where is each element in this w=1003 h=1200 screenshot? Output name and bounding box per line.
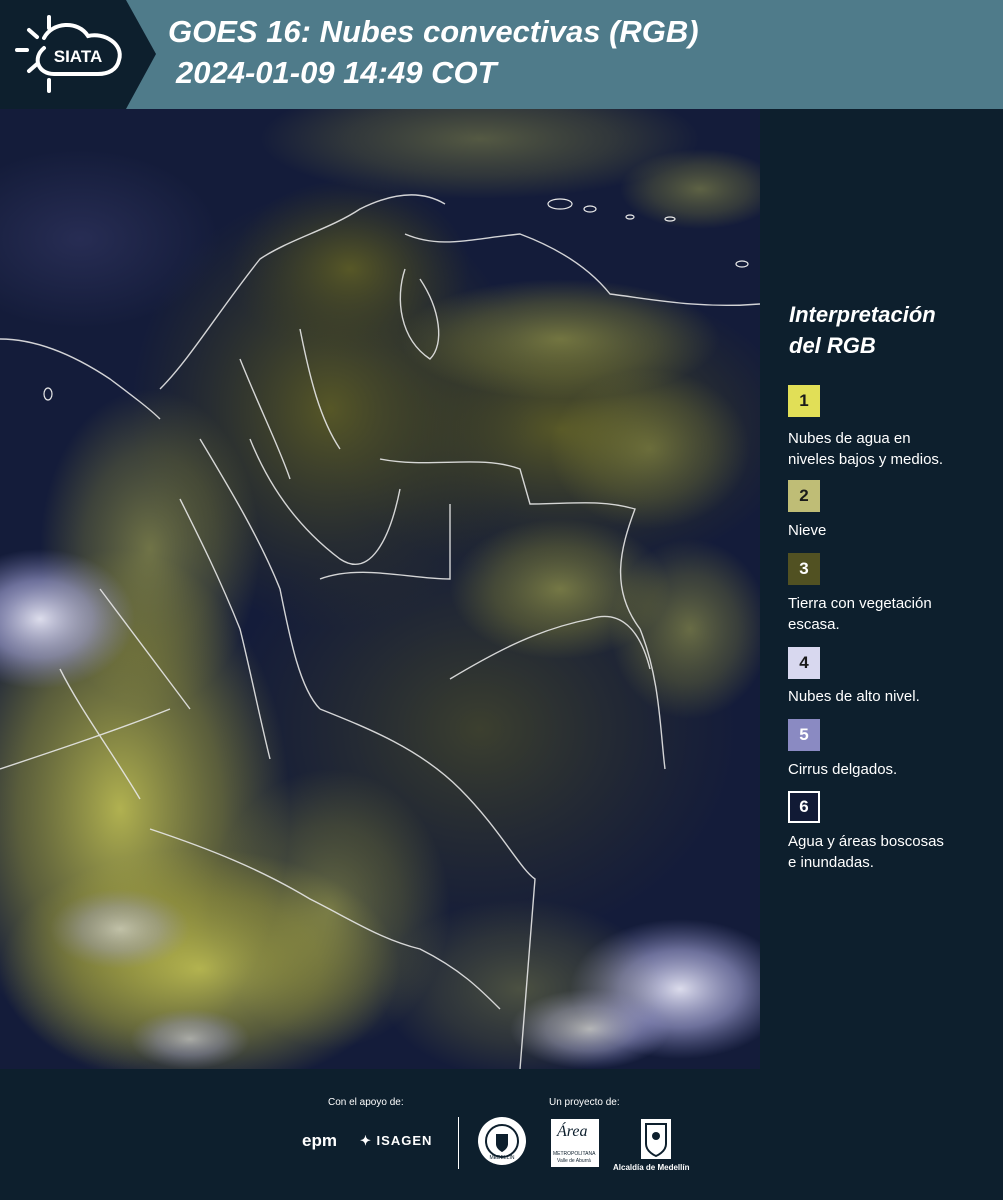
epm-logo[interactable]: epm — [302, 1131, 337, 1151]
header-bar: SIATA GOES 16: Nubes convectivas (RGB) 2… — [0, 0, 1003, 109]
medellin-seal-logo[interactable]: MEDELLÍN — [478, 1117, 526, 1165]
legend-swatch-1: 1 — [788, 385, 820, 417]
legend-title: Interpretación del RGB — [789, 299, 936, 361]
alcaldia-label: Alcaldía de Medellín — [613, 1163, 690, 1172]
project-label: Un proyecto de: — [549, 1097, 620, 1108]
isagen-star-icon: ✦ — [360, 1133, 372, 1148]
legend-swatch-6: 6 — [788, 791, 820, 823]
satellite-image — [0, 109, 760, 1069]
page-title: GOES 16: Nubes convectivas (RGB) — [168, 14, 699, 49]
siata-logo[interactable]: SIATA — [0, 0, 156, 109]
legend-title-line2: del RGB — [789, 333, 876, 358]
legend-label-5: Cirrus delgados. — [788, 761, 898, 778]
alcaldia-shield-logo[interactable] — [641, 1119, 671, 1159]
legend-swatch-4: 4 — [788, 647, 820, 679]
footer-divider — [458, 1117, 459, 1169]
legend-label-2: Nieve — [788, 522, 827, 539]
isagen-logo[interactable]: ✦ ISAGEN — [360, 1133, 432, 1149]
area-metropolitana-logo[interactable]: Área METROPOLITANA Valle de Aburrá — [551, 1119, 599, 1167]
shield-icon — [645, 1123, 667, 1158]
legend-label-4: Nubes de alto nivel. — [788, 688, 920, 705]
siata-logo-text: SIATA — [54, 47, 102, 66]
legend-title-line1: Interpretación — [789, 302, 936, 327]
legend-panel: Interpretación del RGB 1 Nubes de agua e… — [760, 109, 1003, 1069]
legend-label-3: Tierra con vegetación escasa. — [788, 595, 932, 633]
support-label: Con el apoyo de: — [328, 1097, 404, 1108]
legend-swatch-5: 5 — [788, 719, 820, 751]
medellin-seal-icon — [485, 1124, 519, 1158]
footer: Con el apoyo de: Un proyecto de: epm ✦ I… — [0, 1069, 1003, 1200]
legend-label-6: Agua y áreas boscosas e inundadas. — [788, 833, 944, 871]
page-subtitle-datetime: 2024-01-09 14:49 COT — [176, 55, 497, 90]
legend-label-1: Nubes de agua en niveles bajos y medios. — [788, 430, 944, 468]
legend-swatch-3: 3 — [788, 553, 820, 585]
legend-swatch-2: 2 — [788, 480, 820, 512]
